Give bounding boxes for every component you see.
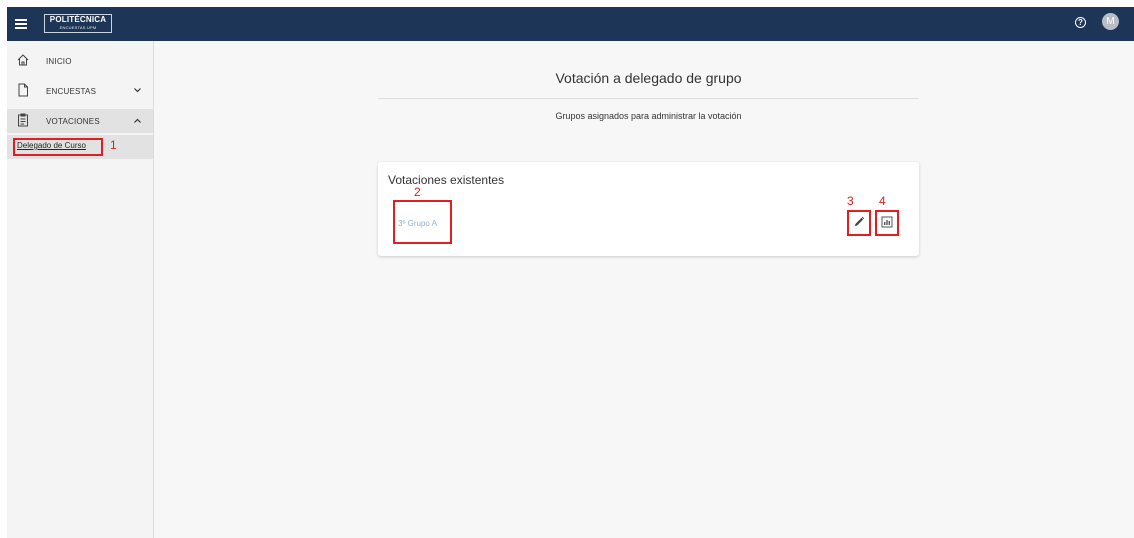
document-icon (18, 83, 28, 97)
logo-sub-text: ENCUESTAS UPM (59, 25, 97, 30)
chevron-up-icon (134, 118, 141, 123)
votaciones-card: Votaciones existentes 2 3º Grupo A 3 4 (378, 162, 919, 256)
chevron-down-icon (134, 88, 141, 93)
sidebar-item-encuestas[interactable]: ENCUESTAS (7, 79, 153, 103)
sidebar-item-inicio[interactable]: INICIO (7, 49, 153, 73)
app-frame: POLITÉCNICA ENCUESTAS UPM ? M INICIO ENC… (7, 7, 1134, 538)
home-icon (17, 54, 29, 66)
annotation-number-3: 3 (847, 194, 854, 208)
help-icon[interactable]: ? (1075, 17, 1086, 28)
page-subtitle: Grupos asignados para administrar la vot… (555, 111, 742, 121)
group-link[interactable]: 3º Grupo A (398, 219, 437, 228)
menu-icon[interactable] (15, 15, 29, 33)
annotation-number-2: 2 (414, 185, 421, 199)
results-chart-icon[interactable] (880, 215, 894, 229)
sidebar-item-label: VOTACIONES (46, 117, 100, 126)
title-divider (378, 98, 919, 99)
annotation-box-1 (13, 138, 103, 156)
sidebar-item-label: ENCUESTAS (46, 87, 97, 96)
annotation-number-1: 1 (110, 138, 117, 152)
sidebar-item-label: INICIO (46, 57, 72, 66)
edit-icon[interactable] (852, 215, 866, 229)
card-title: Votaciones existentes (388, 173, 505, 187)
sidebar: INICIO ENCUESTAS VOTACIONES Delegado de … (7, 41, 154, 538)
clipboard-icon (18, 113, 28, 127)
avatar[interactable]: M (1102, 13, 1119, 30)
politecnica-logo[interactable]: POLITÉCNICA ENCUESTAS UPM (44, 14, 112, 33)
annotation-number-4: 4 (879, 194, 886, 208)
logo-main-text: POLITÉCNICA (49, 15, 107, 24)
top-bar: POLITÉCNICA ENCUESTAS UPM ? M (7, 7, 1134, 41)
sidebar-item-votaciones[interactable]: VOTACIONES (7, 109, 153, 133)
page-title: Votación a delegado de grupo (555, 70, 742, 86)
